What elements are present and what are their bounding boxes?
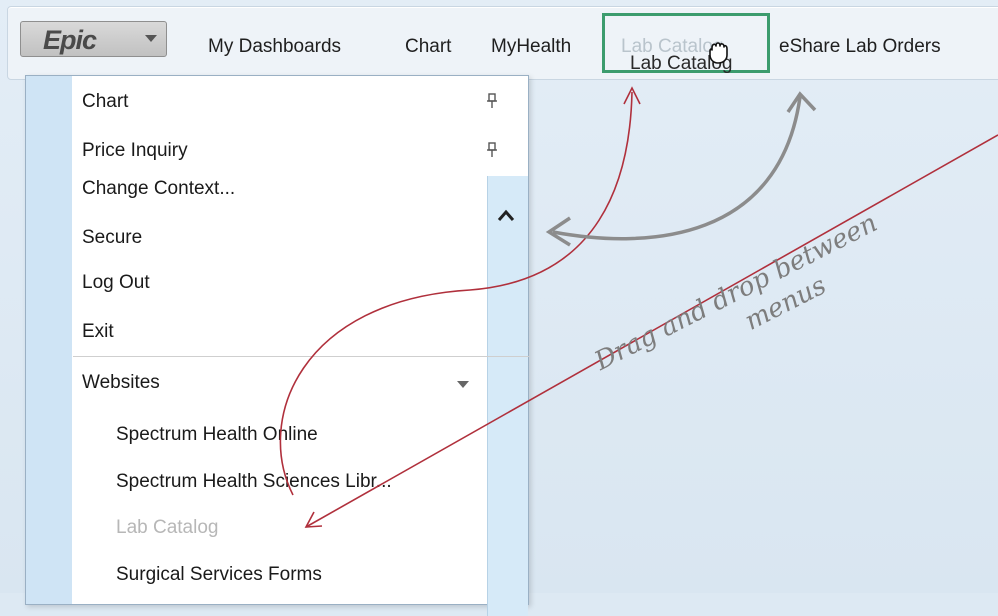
menu-item-price-inquiry[interactable]: Price Inquiry — [82, 140, 188, 162]
menu-scrollbar[interactable] — [487, 176, 528, 616]
menu-section-websites[interactable]: Websites — [82, 372, 160, 394]
nav-chart[interactable]: Chart — [405, 36, 451, 58]
nav-eshare-lab-orders[interactable]: eShare Lab Orders — [779, 36, 941, 58]
menu-item-spectrum-health-online[interactable]: Spectrum Health Online — [116, 424, 318, 446]
nav-my-dashboards[interactable]: My Dashboards — [208, 36, 341, 58]
hand-grab-icon — [709, 42, 728, 64]
chevron-up-icon[interactable] — [497, 208, 515, 222]
chevron-down-icon[interactable] — [457, 381, 469, 388]
pin-icon[interactable] — [486, 142, 498, 158]
epic-menu-button[interactable]: Epic — [20, 21, 167, 57]
menu-item-log-out[interactable]: Log Out — [82, 272, 150, 294]
epic-logo: Epic — [43, 25, 97, 55]
menu-item-spectrum-health-sciences-library[interactable]: Spectrum Health Sciences Libr... — [116, 471, 392, 493]
menu-divider — [73, 356, 529, 357]
menu-item-lab-catalog-dragged[interactable]: Lab Catalog — [116, 517, 218, 539]
menu-item-secure[interactable]: Secure — [82, 227, 142, 249]
chevron-down-icon — [145, 35, 157, 42]
menu-left-strip — [26, 76, 72, 604]
menu-item-surgical-services-forms[interactable]: Surgical Services Forms — [116, 564, 322, 586]
nav-myhealth[interactable]: MyHealth — [491, 36, 571, 58]
menu-item-change-context[interactable]: Change Context... — [82, 178, 235, 200]
pin-icon[interactable] — [486, 93, 498, 109]
menu-item-exit[interactable]: Exit — [82, 321, 114, 343]
menu-item-chart[interactable]: Chart — [82, 91, 128, 113]
